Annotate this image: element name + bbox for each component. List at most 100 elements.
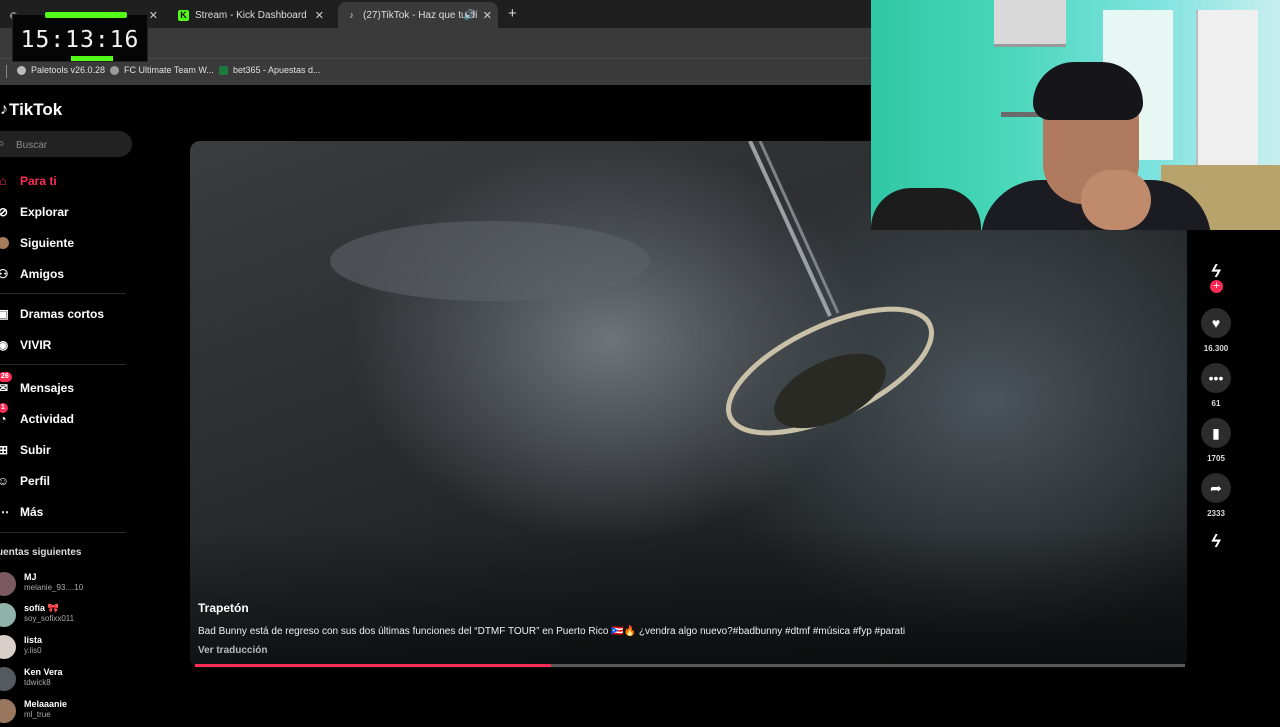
bookmark-label: bet365 - Apuestas d... <box>233 65 321 75</box>
comment-button[interactable]: ••• <box>1201 363 1231 393</box>
following-account[interactable]: Ken Vera tdwick8 <box>0 665 130 695</box>
door <box>1196 10 1258 180</box>
video-description: Bad Bunny está de regreso con sus dos úl… <box>198 626 906 637</box>
creator-logo-icon: ϟ <box>1211 260 1221 281</box>
tiktok-icon: ♪ <box>349 10 354 20</box>
nav-label: Actividad <box>20 412 75 426</box>
film-icon: ▣ <box>0 307 9 321</box>
sidebar-divider <box>0 364 126 365</box>
account-username: soy_sofixx011 <box>24 614 75 623</box>
upload-icon: ⊞ <box>0 443 9 457</box>
video-progress-bar[interactable] <box>195 664 1185 667</box>
like-button[interactable]: ♥ <box>1201 308 1231 338</box>
share-count: 2333 <box>1207 509 1225 518</box>
overlay-kick-tag <box>71 56 113 61</box>
account-name: lista <box>24 635 43 645</box>
streamer-hair <box>1033 62 1143 120</box>
clock-time: 15:13:16 <box>20 27 140 53</box>
nav-label: Subir <box>20 443 51 457</box>
close-icon[interactable]: ✕ <box>483 9 492 22</box>
avatar <box>0 603 16 627</box>
nav-label: VIVIR <box>20 338 52 352</box>
bookmark-label: Paletools v26.0.28 <box>31 65 106 75</box>
search-box[interactable]: ⌕ <box>0 131 132 157</box>
nav-label: Más <box>20 505 44 519</box>
tab-kick-dashboard[interactable]: K Stream - Kick Dashboard ✕ <box>170 2 330 28</box>
nav-label: Dramas cortos <box>20 307 105 321</box>
tab-label: Stream - Kick Dashboard <box>195 9 307 21</box>
translate-link[interactable]: Ver traducción <box>198 645 267 656</box>
comment-icon: ••• <box>1208 370 1224 386</box>
account-name: MJ <box>24 572 37 582</box>
webcam-overlay <box>871 0 1280 230</box>
close-icon[interactable]: ✕ <box>315 9 324 22</box>
account-username: melanie_93....10 <box>24 583 84 592</box>
account-name: Melaaanie <box>24 699 68 709</box>
close-icon[interactable]: ✕ <box>149 9 158 22</box>
following-account[interactable]: lista y.lis0 <box>0 633 130 663</box>
paletools-icon <box>17 65 26 75</box>
avatar <box>0 572 16 596</box>
logo-text: TikTok <box>9 100 63 119</box>
music-disc[interactable]: ϟ <box>1201 526 1231 556</box>
following-account[interactable]: MJ melanie_93....10 <box>0 570 130 600</box>
overlay-green-bar <box>45 12 127 18</box>
tab-tiktok[interactable]: ♪ (27)TikTok - Haz que tu dí 🔊 ✕ <box>338 2 498 28</box>
save-count: 1705 <box>1207 454 1225 463</box>
gaming-chair <box>871 188 981 230</box>
new-tab-button[interactable]: + <box>508 5 517 22</box>
bet365-icon <box>219 65 228 75</box>
avatar <box>0 699 16 723</box>
streamer-hands <box>1081 170 1151 230</box>
account-username: y.lis0 <box>24 646 42 655</box>
tiktok-logo[interactable]: ♪ TikTok <box>0 100 62 120</box>
avatar <box>0 635 16 659</box>
following-accounts-title: uentas siguientes <box>0 547 82 558</box>
account-username: ml_true <box>24 710 51 719</box>
air-conditioner <box>994 0 1066 47</box>
unread-badge: 26 <box>0 372 12 382</box>
streamer <box>981 62 1211 230</box>
account-name: Ken Vera <box>24 667 63 677</box>
following-account[interactable]: sofía 🎀 soy_sofixx011 <box>0 601 130 631</box>
caption-gradient <box>190 528 1187 668</box>
nav-label: Para ti <box>20 174 57 188</box>
kick-icon: K <box>178 9 189 21</box>
heart-icon: ♥ <box>1211 315 1221 331</box>
following-account[interactable]: Melaaanie ml_true <box>0 697 130 727</box>
account-username: tdwick8 <box>24 678 51 687</box>
more-icon: ⋯ <box>0 505 9 519</box>
speaker-icon[interactable]: 🔊 <box>464 10 476 21</box>
friends-icon: ⚇ <box>0 267 9 281</box>
avatar <box>0 667 16 691</box>
follow-plus-button[interactable]: + <box>1210 280 1223 293</box>
sound-logo-icon: ϟ <box>1211 530 1221 551</box>
account-name: sofía 🎀 <box>24 603 59 613</box>
tiktok-logo-icon: ♪ <box>0 101 8 118</box>
nav-label: Amigos <box>20 267 65 281</box>
sidebar-divider <box>0 293 126 294</box>
bookmark-paletools[interactable]: Paletools v26.0.28 <box>17 65 105 75</box>
bookmark-bet365[interactable]: bet365 - Apuestas d... <box>219 65 321 75</box>
video-author[interactable]: Trapetón <box>198 601 249 615</box>
nav-label: Siguiente <box>20 236 75 250</box>
following-avatar-icon <box>0 236 10 250</box>
tab-label: (27)TikTok - Haz que tu dí <box>363 9 478 21</box>
share-button[interactable]: ➦ <box>1201 473 1231 503</box>
bookmark-icon: ▮ <box>1212 424 1220 441</box>
bookmark-separator <box>6 65 7 78</box>
nav-label: Perfil <box>20 474 51 488</box>
live-icon: ◉ <box>0 338 9 352</box>
compass-icon: ⊘ <box>0 205 9 219</box>
search-input[interactable] <box>14 134 118 156</box>
share-icon: ➦ <box>1210 479 1222 496</box>
stream-clock-overlay: 15:13:16 <box>12 12 148 62</box>
home-icon: ⌂ <box>0 174 7 188</box>
like-count: 16.300 <box>1203 344 1229 353</box>
save-button[interactable]: ▮ <box>1201 418 1231 448</box>
search-icon: ⌕ <box>0 136 5 150</box>
bookmark-label: FC Ultimate Team W... <box>124 65 214 75</box>
comment-count: 61 <box>1211 399 1221 408</box>
bookmark-fc-ultimate-team[interactable]: FC Ultimate Team W... <box>110 65 214 75</box>
video-progress-fill <box>195 664 552 667</box>
